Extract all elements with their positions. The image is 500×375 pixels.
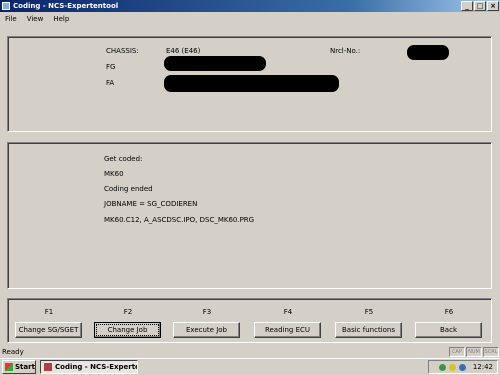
log-line: JOBNAME = SG_CODIEREN [104, 200, 198, 208]
taskbar-item-label: Coding - NCS-Experte... [55, 363, 137, 371]
log-line: Coding ended [104, 185, 153, 193]
log-panel: Get coded: MK60 Coding ended JOBNAME = S… [7, 142, 492, 289]
taskbar: Start Coding - NCS-Experte... 12:42 [0, 358, 500, 375]
status-text: Ready [2, 347, 24, 356]
title-bar: Coding - NCS-Expertentool _ □ × [0, 0, 500, 12]
minimize-icon[interactable]: _ [461, 1, 473, 11]
fa-redaction [164, 75, 339, 92]
nrcl-label: Nrcl-No.: [330, 47, 361, 55]
fkey-label-f5: F5 [364, 308, 374, 316]
num-indicator: NUM [466, 346, 482, 357]
chassis-value: E46 (E46) [166, 47, 201, 55]
fkey-label-f6: F6 [444, 308, 454, 316]
taskbar-item-coding[interactable]: Coding - NCS-Experte... [40, 360, 138, 374]
clock[interactable]: 12:42 [473, 363, 493, 371]
scrl-indicator: SCRL [483, 346, 499, 357]
change-sg-sget-button[interactable]: Change SG/SGET [15, 322, 82, 338]
maximize-icon[interactable]: □ [474, 1, 486, 11]
execute-job-button[interactable]: Execute Job [173, 322, 240, 338]
log-line: MK60.C12, A_ASCDSC.IPO, DSC_MK60.PRG [104, 216, 255, 224]
fkey-label-f3: F3 [202, 308, 212, 316]
fkey-label-f2: F2 [123, 308, 133, 316]
fg-label: FG [106, 63, 116, 71]
chassis-label: CHASSIS: [106, 47, 139, 55]
menu-file[interactable]: File [5, 15, 17, 23]
change-job-button[interactable]: Change Job [94, 322, 161, 338]
windows-flag-icon [5, 363, 13, 371]
nrcl-redaction [407, 45, 449, 60]
shield-icon[interactable] [448, 363, 456, 371]
log-line: Get coded: [104, 155, 143, 163]
menu-view[interactable]: View [27, 15, 44, 23]
vehicle-info-panel: CHASSIS: E46 (E46) Nrcl-No.: FG FA [7, 36, 492, 132]
app-icon [2, 2, 10, 10]
fkey-label-f4: F4 [283, 308, 293, 316]
start-label: Start [15, 363, 35, 371]
menu-bar: File View Help [0, 12, 500, 25]
close-icon[interactable]: × [487, 1, 499, 11]
menu-help[interactable]: Help [53, 15, 69, 23]
log-line: MK60 [104, 170, 124, 178]
system-tray: 12:42 [428, 360, 498, 374]
fkey-label-f1: F1 [44, 308, 54, 316]
status-bar: Ready CAP NUM SCRL [0, 345, 500, 358]
basic-functions-button[interactable]: Basic functions [335, 322, 402, 338]
reading-ecu-button[interactable]: Reading ECU [254, 322, 321, 338]
function-key-panel: F1 F2 F3 F4 F5 F6 Change SG/SGET Change … [7, 298, 492, 343]
network-icon[interactable] [438, 363, 446, 371]
fg-redaction [164, 56, 266, 71]
window-title: Coding - NCS-Expertentool [13, 2, 119, 10]
start-button[interactable]: Start [2, 360, 36, 374]
volume-icon[interactable] [458, 363, 466, 371]
back-button[interactable]: Back [415, 322, 482, 338]
app-icon [44, 363, 52, 371]
cap-indicator: CAP [449, 346, 465, 357]
fa-label: FA [106, 79, 115, 87]
